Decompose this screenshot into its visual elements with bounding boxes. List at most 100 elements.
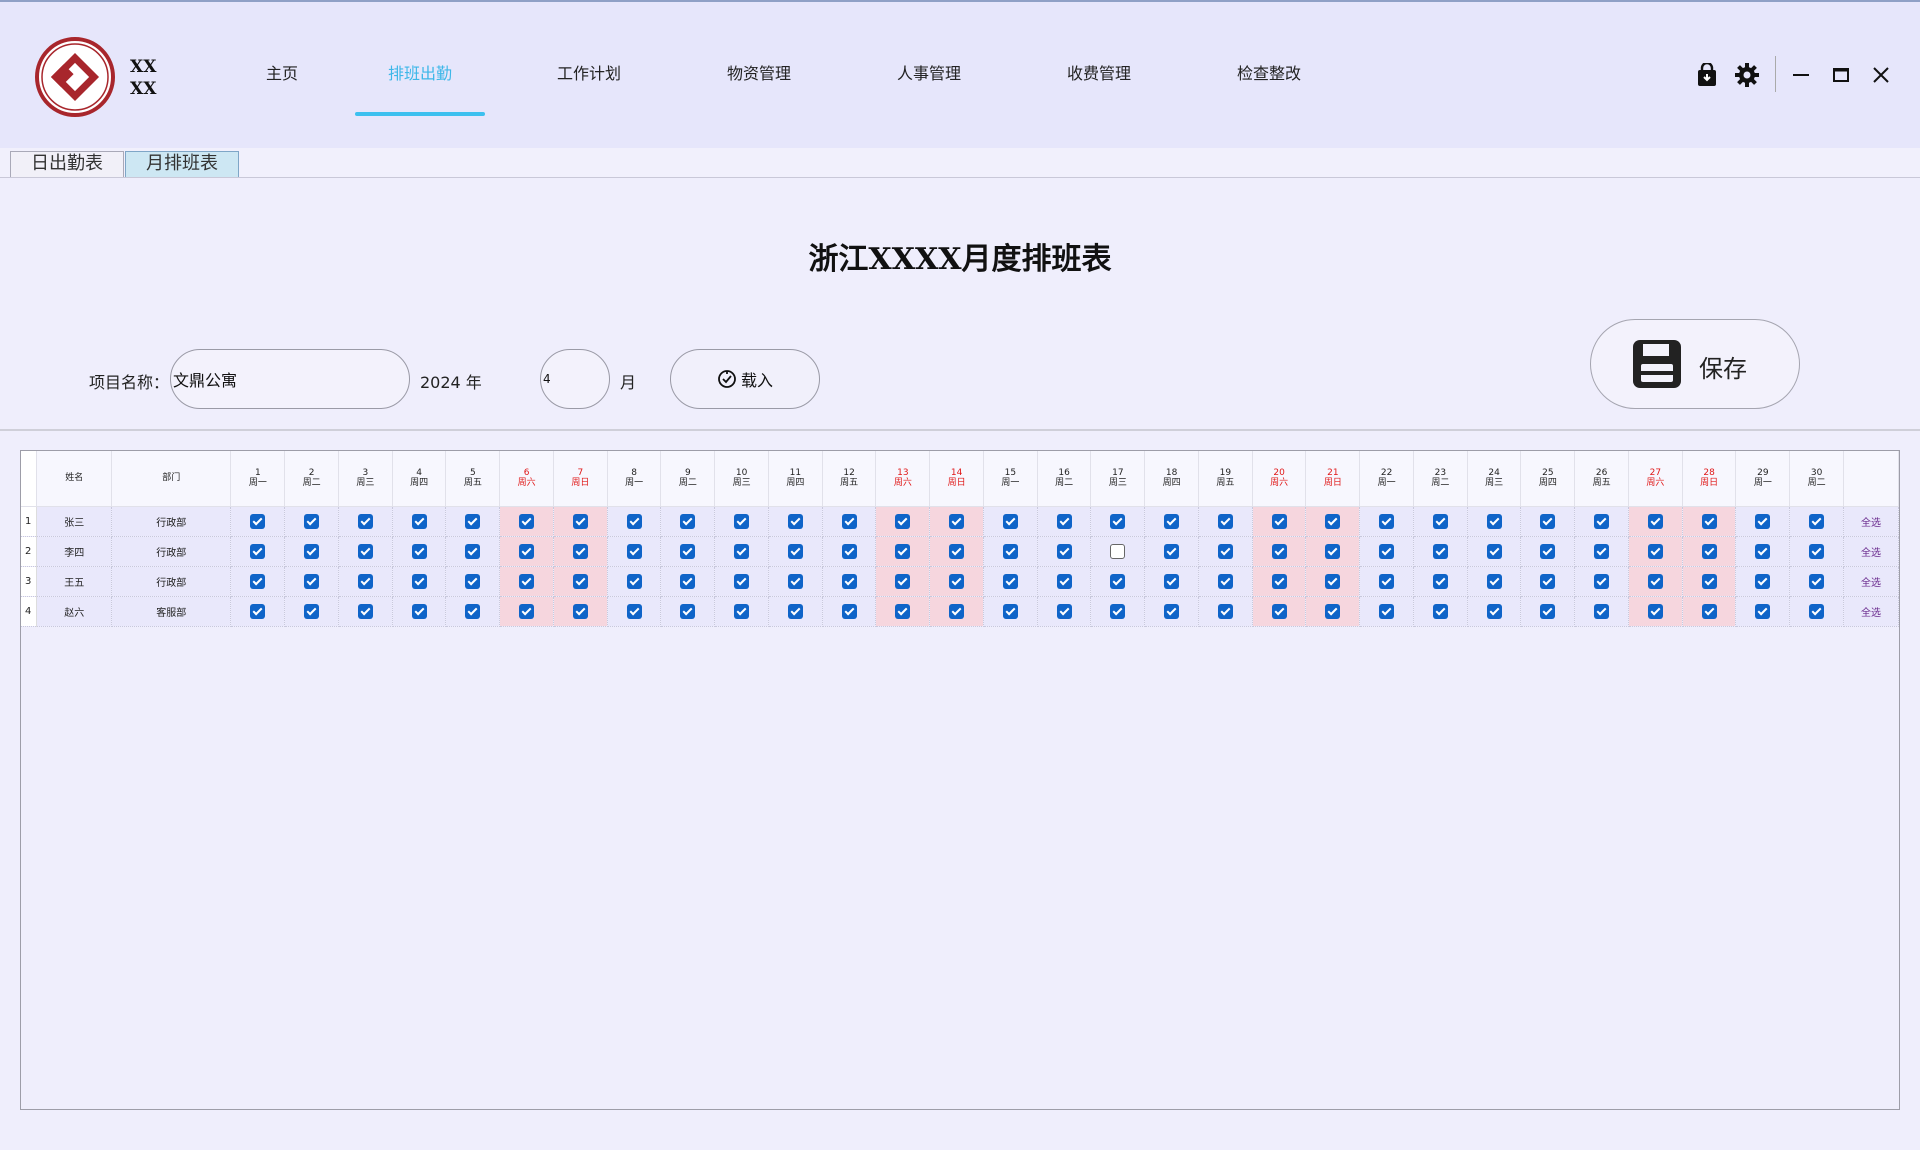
shift-checkbox[interactable] <box>1594 603 1610 619</box>
shift-checkbox[interactable] <box>1432 513 1448 529</box>
shift-checkbox[interactable] <box>1056 543 1072 559</box>
nav-item-scheduling[interactable]: 排班出勤 <box>388 60 452 90</box>
shift-checkbox[interactable] <box>1755 543 1771 559</box>
shift-checkbox[interactable] <box>250 513 266 529</box>
shift-checkbox[interactable] <box>787 543 803 559</box>
select-all-link[interactable]: 全选 <box>1843 566 1900 597</box>
shift-checkbox[interactable] <box>357 573 373 589</box>
shift-checkbox[interactable] <box>1110 573 1126 589</box>
shift-checkbox[interactable] <box>411 513 427 529</box>
shift-checkbox[interactable] <box>572 513 588 529</box>
shift-checkbox[interactable] <box>1540 603 1556 619</box>
shift-checkbox[interactable] <box>787 513 803 529</box>
shift-checkbox[interactable] <box>519 603 535 619</box>
month-input[interactable] <box>540 349 610 409</box>
shift-checkbox[interactable] <box>626 513 642 529</box>
shift-checkbox[interactable] <box>734 573 750 589</box>
shift-checkbox[interactable] <box>1755 513 1771 529</box>
shift-checkbox[interactable] <box>1325 573 1341 589</box>
shift-checkbox[interactable] <box>1379 603 1395 619</box>
shift-checkbox[interactable] <box>1701 573 1717 589</box>
shift-checkbox[interactable] <box>357 603 373 619</box>
shift-checkbox[interactable] <box>787 603 803 619</box>
shift-checkbox[interactable] <box>1647 513 1663 529</box>
shift-checkbox[interactable] <box>1432 543 1448 559</box>
select-all-link[interactable]: 全选 <box>1843 536 1900 567</box>
shift-checkbox[interactable] <box>895 543 911 559</box>
shift-checkbox[interactable] <box>680 513 696 529</box>
shift-checkbox[interactable] <box>680 603 696 619</box>
shift-checkbox[interactable] <box>1809 513 1825 529</box>
shift-checkbox[interactable] <box>1701 603 1717 619</box>
shift-checkbox[interactable] <box>734 513 750 529</box>
shift-checkbox[interactable] <box>1809 543 1825 559</box>
shift-checkbox[interactable] <box>357 513 373 529</box>
nav-item-home[interactable]: 主页 <box>266 60 298 90</box>
shift-checkbox[interactable] <box>1379 513 1395 529</box>
shift-checkbox[interactable] <box>519 543 535 559</box>
shift-checkbox[interactable] <box>1594 573 1610 589</box>
shift-checkbox[interactable] <box>1540 513 1556 529</box>
shift-checkbox[interactable] <box>304 603 320 619</box>
shift-checkbox[interactable] <box>1271 513 1287 529</box>
shift-checkbox[interactable] <box>1002 543 1018 559</box>
shift-checkbox[interactable] <box>895 573 911 589</box>
shift-checkbox[interactable] <box>949 543 965 559</box>
shift-checkbox[interactable] <box>1217 513 1233 529</box>
shift-checkbox[interactable] <box>1647 603 1663 619</box>
tab-daily-attendance[interactable]: 日出勤表 <box>10 151 124 177</box>
shift-checkbox[interactable] <box>411 543 427 559</box>
nav-item-work-plan[interactable]: 工作计划 <box>557 60 621 90</box>
shift-checkbox[interactable] <box>1325 603 1341 619</box>
shift-checkbox[interactable] <box>949 513 965 529</box>
shift-checkbox[interactable] <box>1110 543 1126 559</box>
shift-checkbox[interactable] <box>1540 543 1556 559</box>
shift-checkbox[interactable] <box>1217 573 1233 589</box>
gear-icon[interactable] <box>1730 58 1764 92</box>
lock-icon[interactable] <box>1690 58 1724 92</box>
shift-checkbox[interactable] <box>1540 573 1556 589</box>
shift-checkbox[interactable] <box>626 573 642 589</box>
shift-checkbox[interactable] <box>572 573 588 589</box>
shift-checkbox[interactable] <box>680 543 696 559</box>
shift-checkbox[interactable] <box>949 573 965 589</box>
shift-checkbox[interactable] <box>1325 543 1341 559</box>
shift-checkbox[interactable] <box>572 603 588 619</box>
shift-checkbox[interactable] <box>1486 573 1502 589</box>
shift-checkbox[interactable] <box>841 513 857 529</box>
shift-checkbox[interactable] <box>411 603 427 619</box>
tab-monthly-schedule[interactable]: 月排班表 <box>125 151 239 177</box>
shift-checkbox[interactable] <box>1594 513 1610 529</box>
shift-checkbox[interactable] <box>1056 513 1072 529</box>
shift-checkbox[interactable] <box>1432 573 1448 589</box>
shift-checkbox[interactable] <box>734 543 750 559</box>
shift-checkbox[interactable] <box>1164 573 1180 589</box>
shift-checkbox[interactable] <box>1164 513 1180 529</box>
shift-checkbox[interactable] <box>1110 513 1126 529</box>
shift-checkbox[interactable] <box>1325 513 1341 529</box>
shift-checkbox[interactable] <box>1056 573 1072 589</box>
shift-checkbox[interactable] <box>949 603 965 619</box>
shift-checkbox[interactable] <box>411 573 427 589</box>
shift-checkbox[interactable] <box>1002 573 1018 589</box>
shift-checkbox[interactable] <box>1002 513 1018 529</box>
save-button[interactable]: 保存 <box>1590 319 1800 409</box>
nav-item-fees[interactable]: 收费管理 <box>1067 60 1131 90</box>
shift-checkbox[interactable] <box>1110 603 1126 619</box>
select-all-link[interactable]: 全选 <box>1843 506 1900 537</box>
project-name-input[interactable] <box>170 349 410 409</box>
shift-checkbox[interactable] <box>1701 543 1717 559</box>
shift-checkbox[interactable] <box>1271 543 1287 559</box>
shift-checkbox[interactable] <box>1486 513 1502 529</box>
shift-checkbox[interactable] <box>1379 573 1395 589</box>
shift-checkbox[interactable] <box>519 573 535 589</box>
shift-checkbox[interactable] <box>1594 543 1610 559</box>
shift-checkbox[interactable] <box>357 543 373 559</box>
shift-checkbox[interactable] <box>1701 513 1717 529</box>
shift-checkbox[interactable] <box>841 543 857 559</box>
shift-checkbox[interactable] <box>1755 573 1771 589</box>
shift-checkbox[interactable] <box>841 603 857 619</box>
shift-checkbox[interactable] <box>1647 543 1663 559</box>
shift-checkbox[interactable] <box>1164 603 1180 619</box>
shift-checkbox[interactable] <box>1217 543 1233 559</box>
